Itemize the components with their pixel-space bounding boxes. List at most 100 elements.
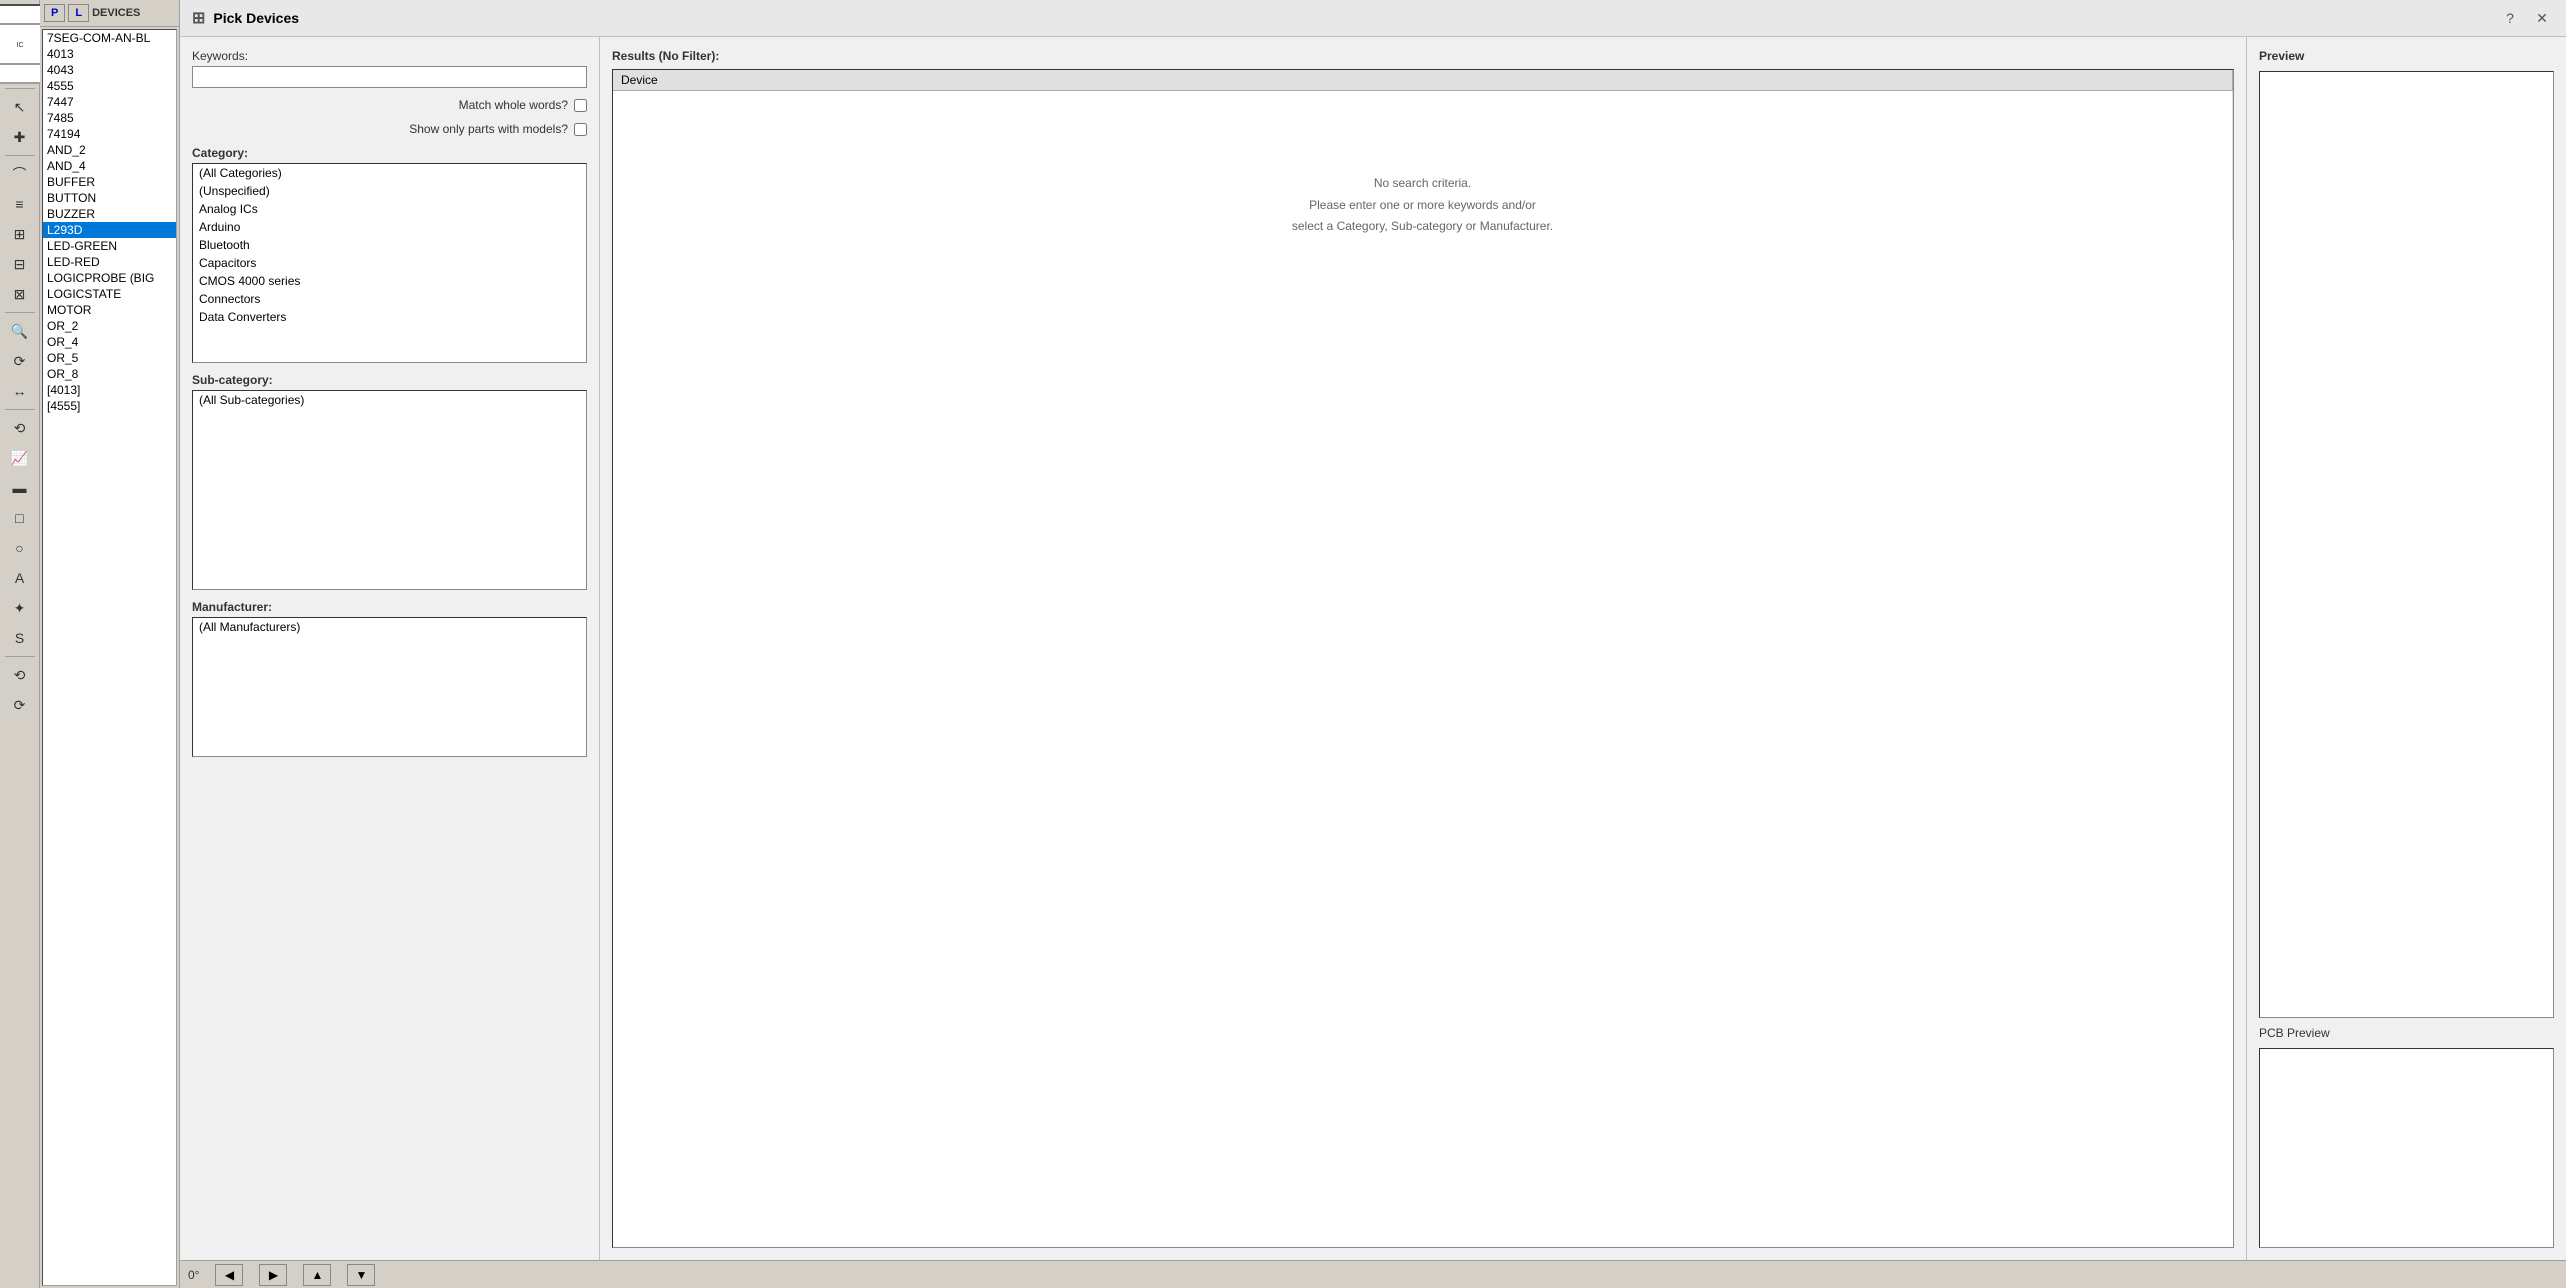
graph-btn[interactable]: 📈 <box>4 444 36 472</box>
category-item[interactable]: CMOS 4000 series <box>193 272 586 290</box>
probe-btn[interactable]: ⟲ <box>4 414 36 442</box>
list-item[interactable]: 74194 <box>43 126 176 142</box>
close-button[interactable]: ✕ <box>2530 6 2554 30</box>
category-item[interactable]: (All Categories) <box>193 164 586 182</box>
redo-btn[interactable]: ⟳ <box>4 691 36 719</box>
list-item[interactable]: BUZZER <box>43 206 176 222</box>
list-item[interactable]: LED-GREEN <box>43 238 176 254</box>
category-list[interactable]: (All Categories)(Unspecified)Analog ICsA… <box>192 163 587 363</box>
list-item[interactable]: OR_4 <box>43 334 176 350</box>
list-item[interactable]: BUTTON <box>43 190 176 206</box>
keywords-field-row: Keywords: <box>192 49 587 88</box>
category-item[interactable]: Capacitors <box>193 254 586 272</box>
category-item[interactable]: (Unspecified) <box>193 182 586 200</box>
category-item[interactable]: Analog ICs <box>193 200 586 218</box>
junction-btn[interactable]: ⊞ <box>4 220 36 248</box>
dialog-content: Keywords: Match whole words? Show only p… <box>180 37 2566 1260</box>
label-btn[interactable]: ⊟ <box>4 250 36 278</box>
list-item[interactable]: OR_5 <box>43 350 176 366</box>
list-item[interactable]: 4013 <box>43 46 176 62</box>
list-item[interactable]: OR_8 <box>43 366 176 382</box>
script-btn[interactable]: S <box>4 624 36 652</box>
toolbar-divider-2 <box>5 155 35 156</box>
category-item[interactable]: Data Converters <box>193 308 586 326</box>
toolbar-divider-1 <box>5 88 35 89</box>
subcategory-item[interactable]: (All Sub-categories) <box>193 391 586 409</box>
category-item[interactable]: Bluetooth <box>193 236 586 254</box>
power-btn[interactable]: ⊠ <box>4 280 36 308</box>
results-table: Device No search criteria. Please enter … <box>613 70 2233 240</box>
results-table-wrapper[interactable]: Device No search criteria. Please enter … <box>612 69 2234 1248</box>
box-btn[interactable]: □ <box>4 504 36 532</box>
list-item[interactable]: L293D <box>43 222 176 238</box>
list-item[interactable]: LOGICSTATE <box>43 286 176 302</box>
list-item[interactable]: 4555 <box>43 78 176 94</box>
undo-btn[interactable]: ⟲ <box>4 661 36 689</box>
zoom-in-btn[interactable]: 🔍 <box>4 317 36 345</box>
mirror-btn[interactable]: ↔ <box>4 377 36 405</box>
nav-left-btn[interactable]: ◀ <box>215 1264 243 1286</box>
add-component-btn[interactable]: ✚ <box>4 123 36 151</box>
list-item[interactable]: 7SEG-COM-AN-BL <box>43 30 176 46</box>
keywords-label: Keywords: <box>192 49 587 63</box>
l-tab[interactable]: L <box>68 4 89 22</box>
results-tbody: No search criteria. Please enter one or … <box>613 91 2233 240</box>
list-item[interactable]: BUFFER <box>43 174 176 190</box>
tape-btn[interactable]: ▬ <box>4 474 36 502</box>
results-label: Results (No Filter): <box>612 49 2234 63</box>
toolbar-divider-3 <box>5 312 35 313</box>
category-item[interactable]: Arduino <box>193 218 586 236</box>
list-item[interactable]: LED-RED <box>43 254 176 270</box>
rotate-btn[interactable]: ⟳ <box>4 347 36 375</box>
angle-display: 0° <box>188 1268 199 1282</box>
list-item[interactable]: 7447 <box>43 94 176 110</box>
list-item[interactable]: [4555] <box>43 398 176 414</box>
show-parts-checkbox[interactable] <box>574 123 587 136</box>
no-results-row: No search criteria. Please enter one or … <box>613 91 2233 240</box>
bottom-bar: 0° ◀ ▶ ▲ ▼ <box>180 1260 2566 1288</box>
list-item[interactable]: AND_4 <box>43 158 176 174</box>
component-panel: P L DEVICES 7SEG-COM-AN-BL40134043455574… <box>40 0 180 1288</box>
no-results-line2: Please enter one or more keywords and/or <box>621 195 2224 217</box>
component-list[interactable]: 7SEG-COM-AN-BL4013404345557447748574194A… <box>42 29 177 1286</box>
category-field-row: Category: (All Categories)(Unspecified)A… <box>192 146 587 363</box>
match-words-row: Match whole words? <box>192 98 587 112</box>
list-item[interactable]: 7485 <box>43 110 176 126</box>
list-item[interactable]: LOGICPROBE (BIG <box>43 270 176 286</box>
nav-up-btn[interactable]: ▲ <box>303 1264 331 1286</box>
category-item[interactable]: Connectors <box>193 290 586 308</box>
dialog-title-icon: ⊞ <box>192 8 205 28</box>
list-item[interactable]: 4043 <box>43 62 176 78</box>
pcb-preview-area <box>2259 1048 2554 1248</box>
list-item[interactable]: MOTOR <box>43 302 176 318</box>
svg-text:IC: IC <box>16 42 23 49</box>
device-column-header: Device <box>613 70 2233 91</box>
wire-btn[interactable]: ⌒ <box>4 160 36 188</box>
results-panel: Results (No Filter): Device No search cr… <box>600 37 2246 1260</box>
nav-down-btn[interactable]: ▼ <box>347 1264 375 1286</box>
circle-btn[interactable]: ○ <box>4 534 36 562</box>
list-item[interactable]: OR_2 <box>43 318 176 334</box>
no-results-line1: No search criteria. <box>621 173 2224 195</box>
keywords-input[interactable] <box>192 66 587 88</box>
list-item[interactable]: AND_2 <box>43 142 176 158</box>
subcategory-label: Sub-category: <box>192 373 587 387</box>
filter-panel: Keywords: Match whole words? Show only p… <box>180 37 600 1260</box>
subcategory-list[interactable]: (All Sub-categories) <box>192 390 587 590</box>
preview-label: Preview <box>2259 49 2554 63</box>
nav-right-btn[interactable]: ▶ <box>259 1264 287 1286</box>
symbol-btn[interactable]: ✦ <box>4 594 36 622</box>
manufacturer-list[interactable]: (All Manufacturers) <box>192 617 587 757</box>
select-tool-btn[interactable]: ↖ <box>4 93 36 121</box>
match-words-checkbox[interactable] <box>574 99 587 112</box>
bus-btn[interactable]: ≡ <box>4 190 36 218</box>
list-item[interactable]: [4013] <box>43 382 176 398</box>
toolbar-divider-4 <box>5 409 35 410</box>
dialog-titlebar: ⊞ Pick Devices ? ✕ <box>180 0 2566 37</box>
panel-header: P L DEVICES <box>40 0 179 27</box>
text-btn[interactable]: A <box>4 564 36 592</box>
left-toolbar: IC ↖ ✚ ⌒ ≡ ⊞ ⊟ ⊠ 🔍 ⟳ ↔ ⟲ 📈 ▬ □ ○ A ✦ S ⟲… <box>0 0 40 1288</box>
help-button[interactable]: ? <box>2498 6 2522 30</box>
p-tab[interactable]: P <box>44 4 65 22</box>
manufacturer-item[interactable]: (All Manufacturers) <box>193 618 586 636</box>
